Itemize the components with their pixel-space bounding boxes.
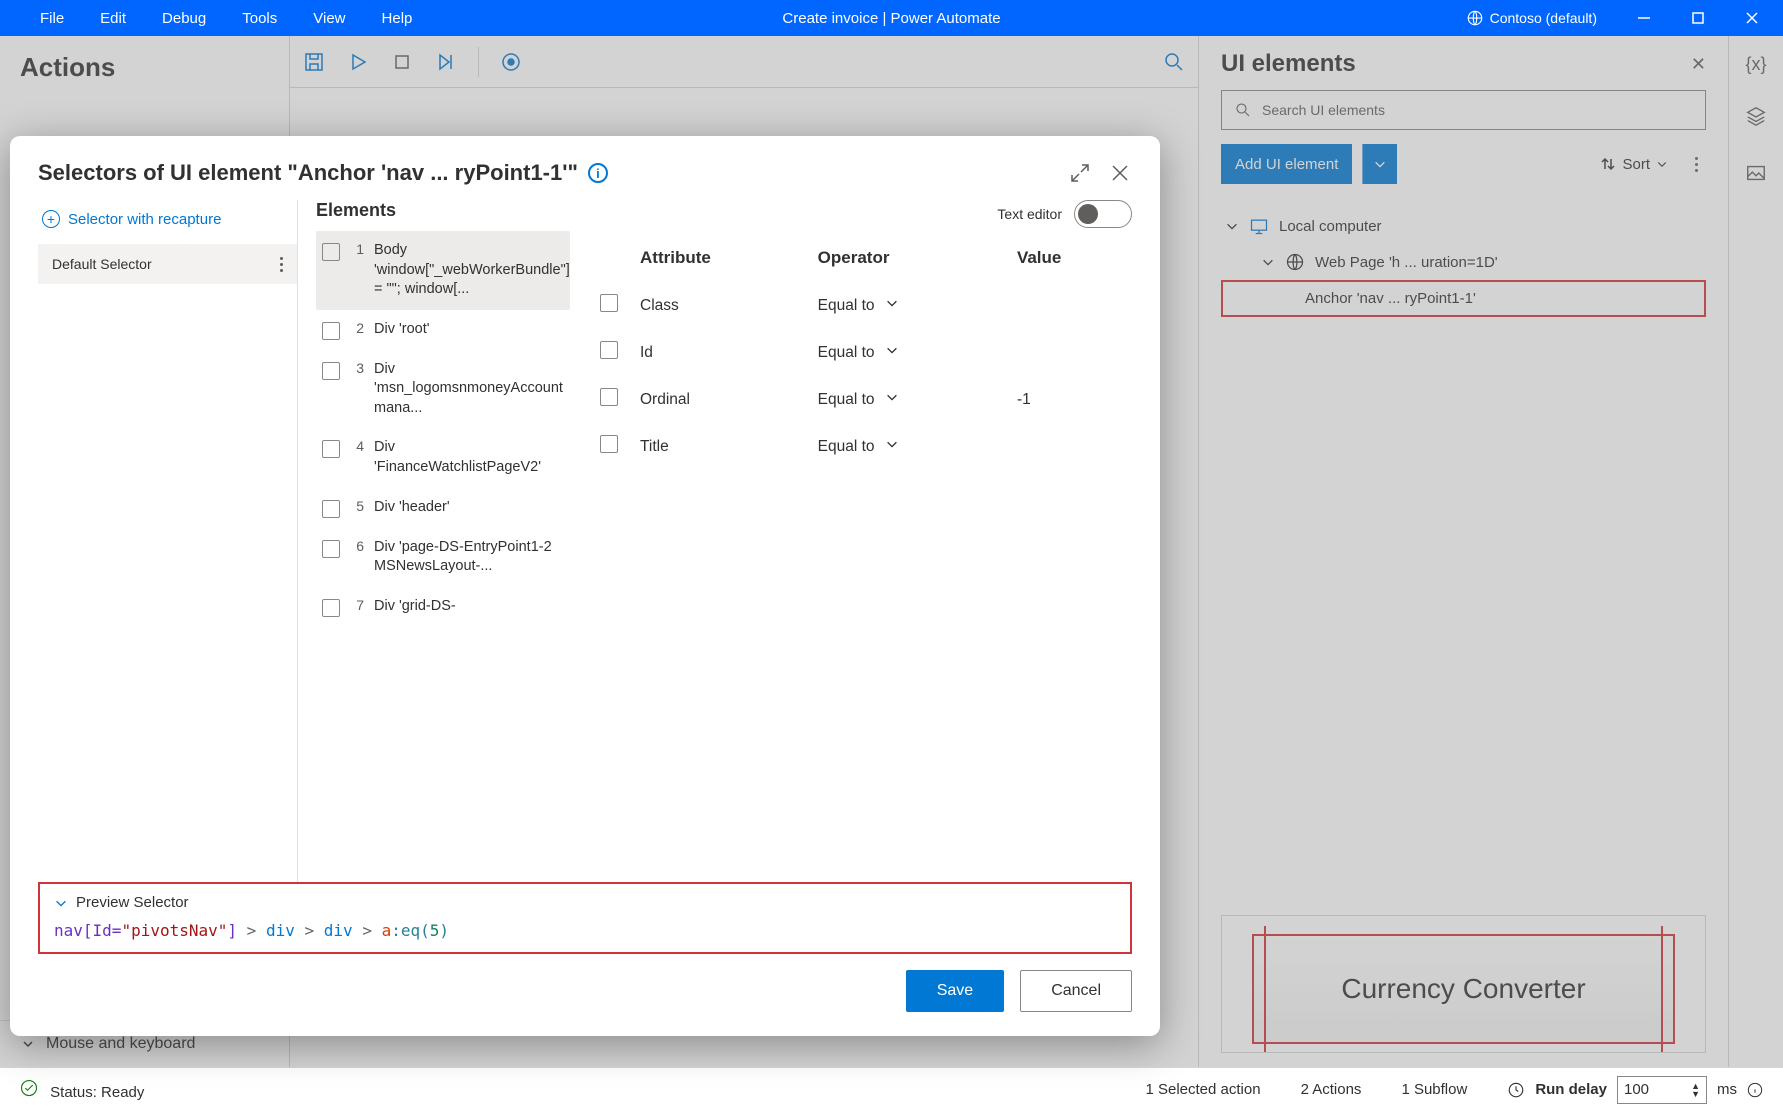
checkbox[interactable]	[322, 362, 340, 380]
attr-row[interactable]: OrdinalEqual to-1	[594, 376, 1132, 423]
checkbox[interactable]	[600, 294, 618, 312]
attr-row[interactable]: ClassEqual to	[594, 282, 1132, 329]
window-maximize[interactable]	[1675, 0, 1721, 36]
menu-edit[interactable]: Edit	[84, 6, 142, 31]
default-selector-item[interactable]: Default Selector	[38, 244, 297, 284]
selector-with-recapture-button[interactable]: + Selector with recapture	[38, 200, 297, 244]
run-delay-input[interactable]: 100 ▲▼	[1617, 1076, 1707, 1104]
checkbox[interactable]	[600, 341, 618, 359]
element-row[interactable]: 6Div 'page-DS-EntryPoint1-2 MSNewsLayout…	[316, 528, 570, 587]
chevron-down-icon[interactable]	[885, 343, 899, 362]
preview-selector-box: Preview Selector nav[Id="pivotsNav"] > d…	[38, 882, 1132, 954]
plus-icon: +	[42, 210, 60, 228]
attributes-table: Attribute Operator Value ClassEqual to I…	[594, 238, 1132, 470]
checkbox[interactable]	[322, 322, 340, 340]
save-button[interactable]: Save	[906, 970, 1004, 1012]
selector-item-more-icon[interactable]	[280, 257, 283, 272]
element-row[interactable]: 5Div 'header'	[316, 488, 570, 528]
window-title: Create invoice | Power Automate	[782, 10, 1000, 27]
checkbox[interactable]	[600, 435, 618, 453]
element-row[interactable]: 1Body 'window["_webWorkerBundle"] = ""; …	[316, 231, 570, 310]
menu-help[interactable]: Help	[366, 6, 429, 31]
elements-column: Elements 1Body 'window["_webWorkerBundle…	[316, 200, 576, 882]
main-menu: File Edit Debug Tools View Help	[8, 6, 428, 31]
status-subflow-count: 1 Subflow	[1401, 1081, 1467, 1098]
menu-tools[interactable]: Tools	[226, 6, 293, 31]
elements-list[interactable]: 1Body 'window["_webWorkerBundle"] = ""; …	[316, 231, 576, 791]
chevron-down-icon[interactable]	[885, 390, 899, 409]
text-editor-toggle[interactable]	[1074, 200, 1132, 228]
chevron-down-icon[interactable]	[885, 296, 899, 315]
tenant-picker[interactable]: Contoso (default)	[1466, 9, 1597, 27]
status-actions-count: 2 Actions	[1301, 1081, 1362, 1098]
checkbox[interactable]	[322, 500, 340, 518]
check-icon	[20, 1084, 42, 1101]
status-bar: Status: Ready 1 Selected action 2 Action…	[0, 1067, 1783, 1111]
info-icon[interactable]: i	[588, 163, 608, 183]
expand-icon[interactable]	[1068, 161, 1092, 185]
element-row[interactable]: 3Div 'msn_logomsnmoneyAccount mana...	[316, 350, 570, 429]
close-dialog-icon[interactable]	[1108, 161, 1132, 185]
window-close[interactable]	[1729, 0, 1775, 36]
attr-row[interactable]: TitleEqual to	[594, 423, 1132, 470]
status-run-delay: Run delay 100 ▲▼ ms	[1507, 1076, 1763, 1104]
selectors-dialog: Selectors of UI element "Anchor 'nav ...…	[10, 136, 1160, 1036]
title-bar: File Edit Debug Tools View Help Create i…	[0, 0, 1783, 36]
text-editor-label: Text editor	[997, 206, 1062, 222]
checkbox[interactable]	[322, 243, 340, 261]
checkbox[interactable]	[322, 440, 340, 458]
attr-row[interactable]: IdEqual to	[594, 329, 1132, 376]
chevron-down-icon[interactable]	[885, 437, 899, 456]
menu-file[interactable]: File	[24, 6, 80, 31]
checkbox[interactable]	[600, 388, 618, 406]
status-selected-action: 1 Selected action	[1145, 1081, 1260, 1098]
attributes-column: Text editor Attribute Operator Value Cla…	[594, 200, 1132, 882]
element-row[interactable]: 4Div 'FinanceWatchlistPageV2'	[316, 428, 570, 487]
elements-header: Elements	[316, 200, 576, 221]
spinner-icon[interactable]: ▲▼	[1691, 1082, 1700, 1098]
preview-selector-toggle[interactable]: Preview Selector	[54, 894, 1116, 911]
checkbox[interactable]	[322, 540, 340, 558]
info-icon[interactable]	[1747, 1082, 1763, 1098]
element-row[interactable]: 7Div 'grid-DS-	[316, 587, 570, 627]
window-minimize[interactable]	[1621, 0, 1667, 36]
selectors-list-column: + Selector with recapture Default Select…	[38, 200, 298, 882]
status-ready: Status: Ready	[20, 1079, 144, 1101]
menu-view[interactable]: View	[297, 6, 361, 31]
clock-icon	[1507, 1081, 1525, 1099]
dialog-title: Selectors of UI element "Anchor 'nav ...…	[38, 160, 578, 186]
element-row[interactable]: 2Div 'root'	[316, 310, 570, 350]
checkbox[interactable]	[322, 599, 340, 617]
selector-preview-text: nav[Id="pivotsNav"] > div > div > a:eq(5…	[54, 921, 1116, 940]
menu-debug[interactable]: Debug	[146, 6, 222, 31]
cancel-button[interactable]: Cancel	[1020, 970, 1132, 1012]
